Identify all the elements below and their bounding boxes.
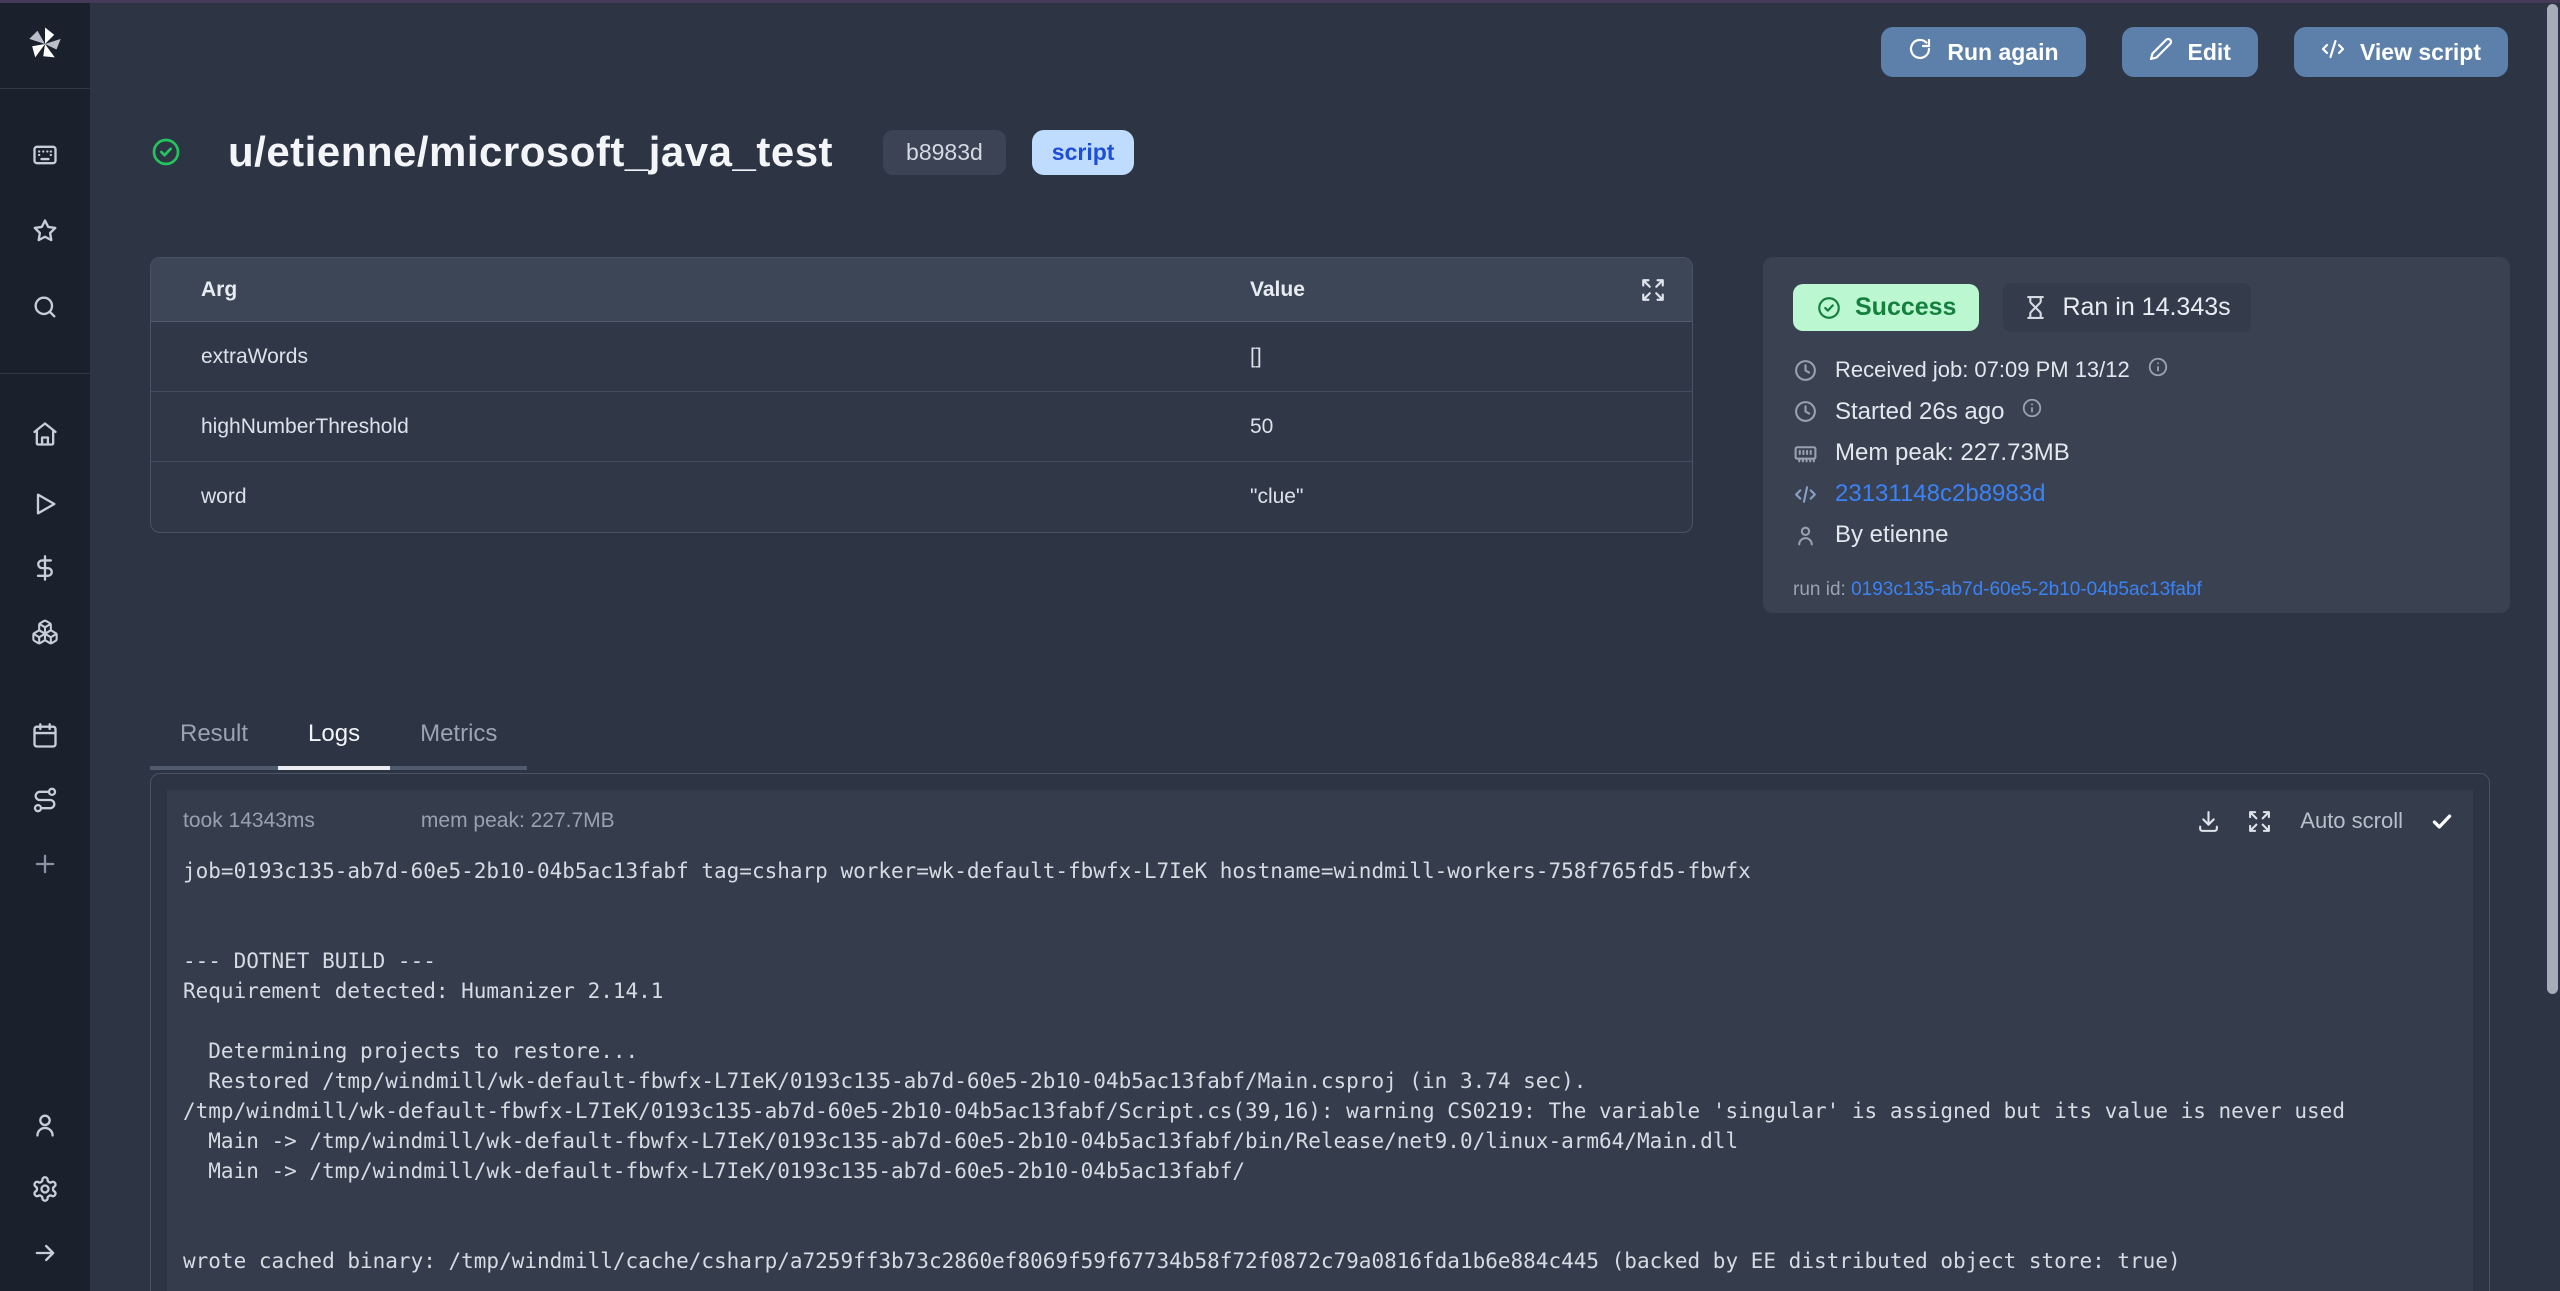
memory-icon (1793, 441, 1818, 466)
page-title: u/etienne/microsoft_java_test (228, 128, 833, 176)
script-hash-badge: b8983d (883, 130, 1006, 175)
arg-value: 50 (1250, 415, 1692, 439)
run-id-label: run id: (1793, 579, 1851, 600)
duration-chip: Ran in 14.343s (2003, 283, 2250, 332)
download-logs-icon[interactable] (2196, 809, 2221, 834)
tab-result[interactable]: Result (150, 712, 278, 770)
clock-icon (1793, 399, 1818, 424)
check-circle-icon (1816, 295, 1842, 321)
arg-column-header: Arg (151, 278, 1250, 302)
edit-label: Edit (2188, 39, 2231, 66)
script-type-badge[interactable]: script (1032, 130, 1135, 175)
sidebar-divider (0, 88, 90, 89)
variables-icon[interactable] (0, 536, 90, 600)
script-hash-link[interactable]: 23131148c2b8983d (1835, 480, 2045, 508)
arg-name: highNumberThreshold (151, 415, 1250, 439)
code-icon (1793, 482, 1818, 507)
arg-value: "clue" (1250, 485, 1692, 509)
user-icon (1793, 523, 1818, 548)
arg-name: extraWords (151, 345, 1250, 369)
clock-icon (1793, 358, 1818, 383)
arg-value: [] (1250, 345, 1692, 369)
mem-peak-label: Mem peak: 227.73MB (1835, 439, 2070, 467)
run-again-button[interactable]: Run again (1881, 27, 2085, 77)
log-mem-peak: mem peak: 227.7MB (421, 809, 615, 833)
flows-icon[interactable] (0, 768, 90, 832)
hourglass-icon (2023, 295, 2048, 320)
by-row: By etienne (1793, 521, 2480, 549)
job-run-page: Run again Edit View script u/e (0, 0, 2560, 1291)
run-id-row: run id: 0193c135-ab7d-60e5-2b10-04b5ac13… (1793, 579, 2480, 601)
windmill-logo[interactable] (0, 0, 90, 88)
sidebar (0, 0, 90, 1291)
received-label: Received job: 07:09 PM 13/12 (1835, 357, 2130, 383)
search-icon[interactable] (0, 269, 90, 345)
user-icon[interactable] (0, 1093, 90, 1157)
auto-scroll-checkbox[interactable] (2429, 808, 2455, 834)
status-badge: Success (1793, 284, 1979, 331)
info-icon[interactable] (2021, 397, 2043, 426)
args-table: Arg Value extraWords [] highNumberThresh… (150, 257, 1693, 533)
table-row: highNumberThreshold 50 (151, 392, 1692, 462)
runs-icon[interactable] (0, 472, 90, 536)
title-row: u/etienne/microsoft_java_test b8983d scr… (150, 128, 1134, 176)
run-id-link[interactable]: 0193c135-ab7d-60e5-2b10-04b5ac13fabf (1851, 579, 2202, 600)
value-column-header: Value (1250, 278, 1305, 302)
top-accent-bar (0, 0, 2560, 3)
code-icon (2321, 37, 2345, 67)
tab-metrics[interactable]: Metrics (390, 712, 527, 770)
apps-icon[interactable] (0, 117, 90, 193)
script-hash-row: 23131148c2b8983d (1793, 480, 2480, 508)
view-script-label: View script (2360, 39, 2481, 66)
status-label: Success (1855, 293, 1956, 322)
expand-args-icon[interactable] (1640, 277, 1666, 303)
log-took: took 14343ms (183, 809, 315, 833)
toolbar: Run again Edit View script (1881, 27, 2508, 77)
table-row: word "clue" (151, 462, 1692, 532)
log-panel: took 14343ms mem peak: 227.7MB (150, 773, 2490, 1291)
table-row: extraWords [] (151, 322, 1692, 392)
info-icon[interactable] (2147, 356, 2169, 384)
run-again-label: Run again (1947, 39, 2058, 66)
started-label: Started 26s ago (1835, 398, 2004, 426)
resources-icon[interactable] (0, 600, 90, 664)
log-header: took 14343ms mem peak: 227.7MB (167, 790, 2473, 840)
log-output[interactable]: job=0193c135-ab7d-60e5-2b10-04b5ac13fabf… (167, 840, 2473, 1291)
page-scrollbar[interactable] (2547, 4, 2558, 994)
args-table-header: Arg Value (151, 258, 1692, 322)
expand-logs-icon[interactable] (2247, 809, 2272, 834)
schedules-icon[interactable] (0, 704, 90, 768)
by-label: By etienne (1835, 521, 1948, 549)
duration-label: Ran in 14.343s (2062, 293, 2230, 322)
settings-icon[interactable] (0, 1157, 90, 1221)
received-row: Received job: 07:09 PM 13/12 (1793, 356, 2480, 384)
status-panel: Success Ran in 14.343s Received job: 07:… (1763, 257, 2510, 613)
success-check-icon (150, 136, 182, 168)
sidebar-divider (0, 373, 90, 374)
auto-scroll-label: Auto scroll (2300, 808, 2403, 834)
home-icon[interactable] (0, 396, 90, 472)
edit-button[interactable]: Edit (2122, 27, 2258, 77)
tab-logs[interactable]: Logs (278, 712, 390, 770)
result-tabs: Result Logs Metrics (150, 712, 527, 770)
pencil-icon (2149, 37, 2173, 67)
view-script-button[interactable]: View script (2294, 27, 2508, 77)
refresh-icon (1908, 37, 1932, 67)
log-viewer[interactable]: took 14343ms mem peak: 227.7MB (167, 790, 2473, 1291)
mem-peak-row: Mem peak: 227.73MB (1793, 439, 2480, 467)
plus-icon[interactable] (0, 832, 90, 896)
expand-sidebar-icon[interactable] (0, 1221, 90, 1285)
arg-name: word (151, 485, 1250, 509)
star-icon[interactable] (0, 193, 90, 269)
started-row: Started 26s ago (1793, 397, 2480, 426)
